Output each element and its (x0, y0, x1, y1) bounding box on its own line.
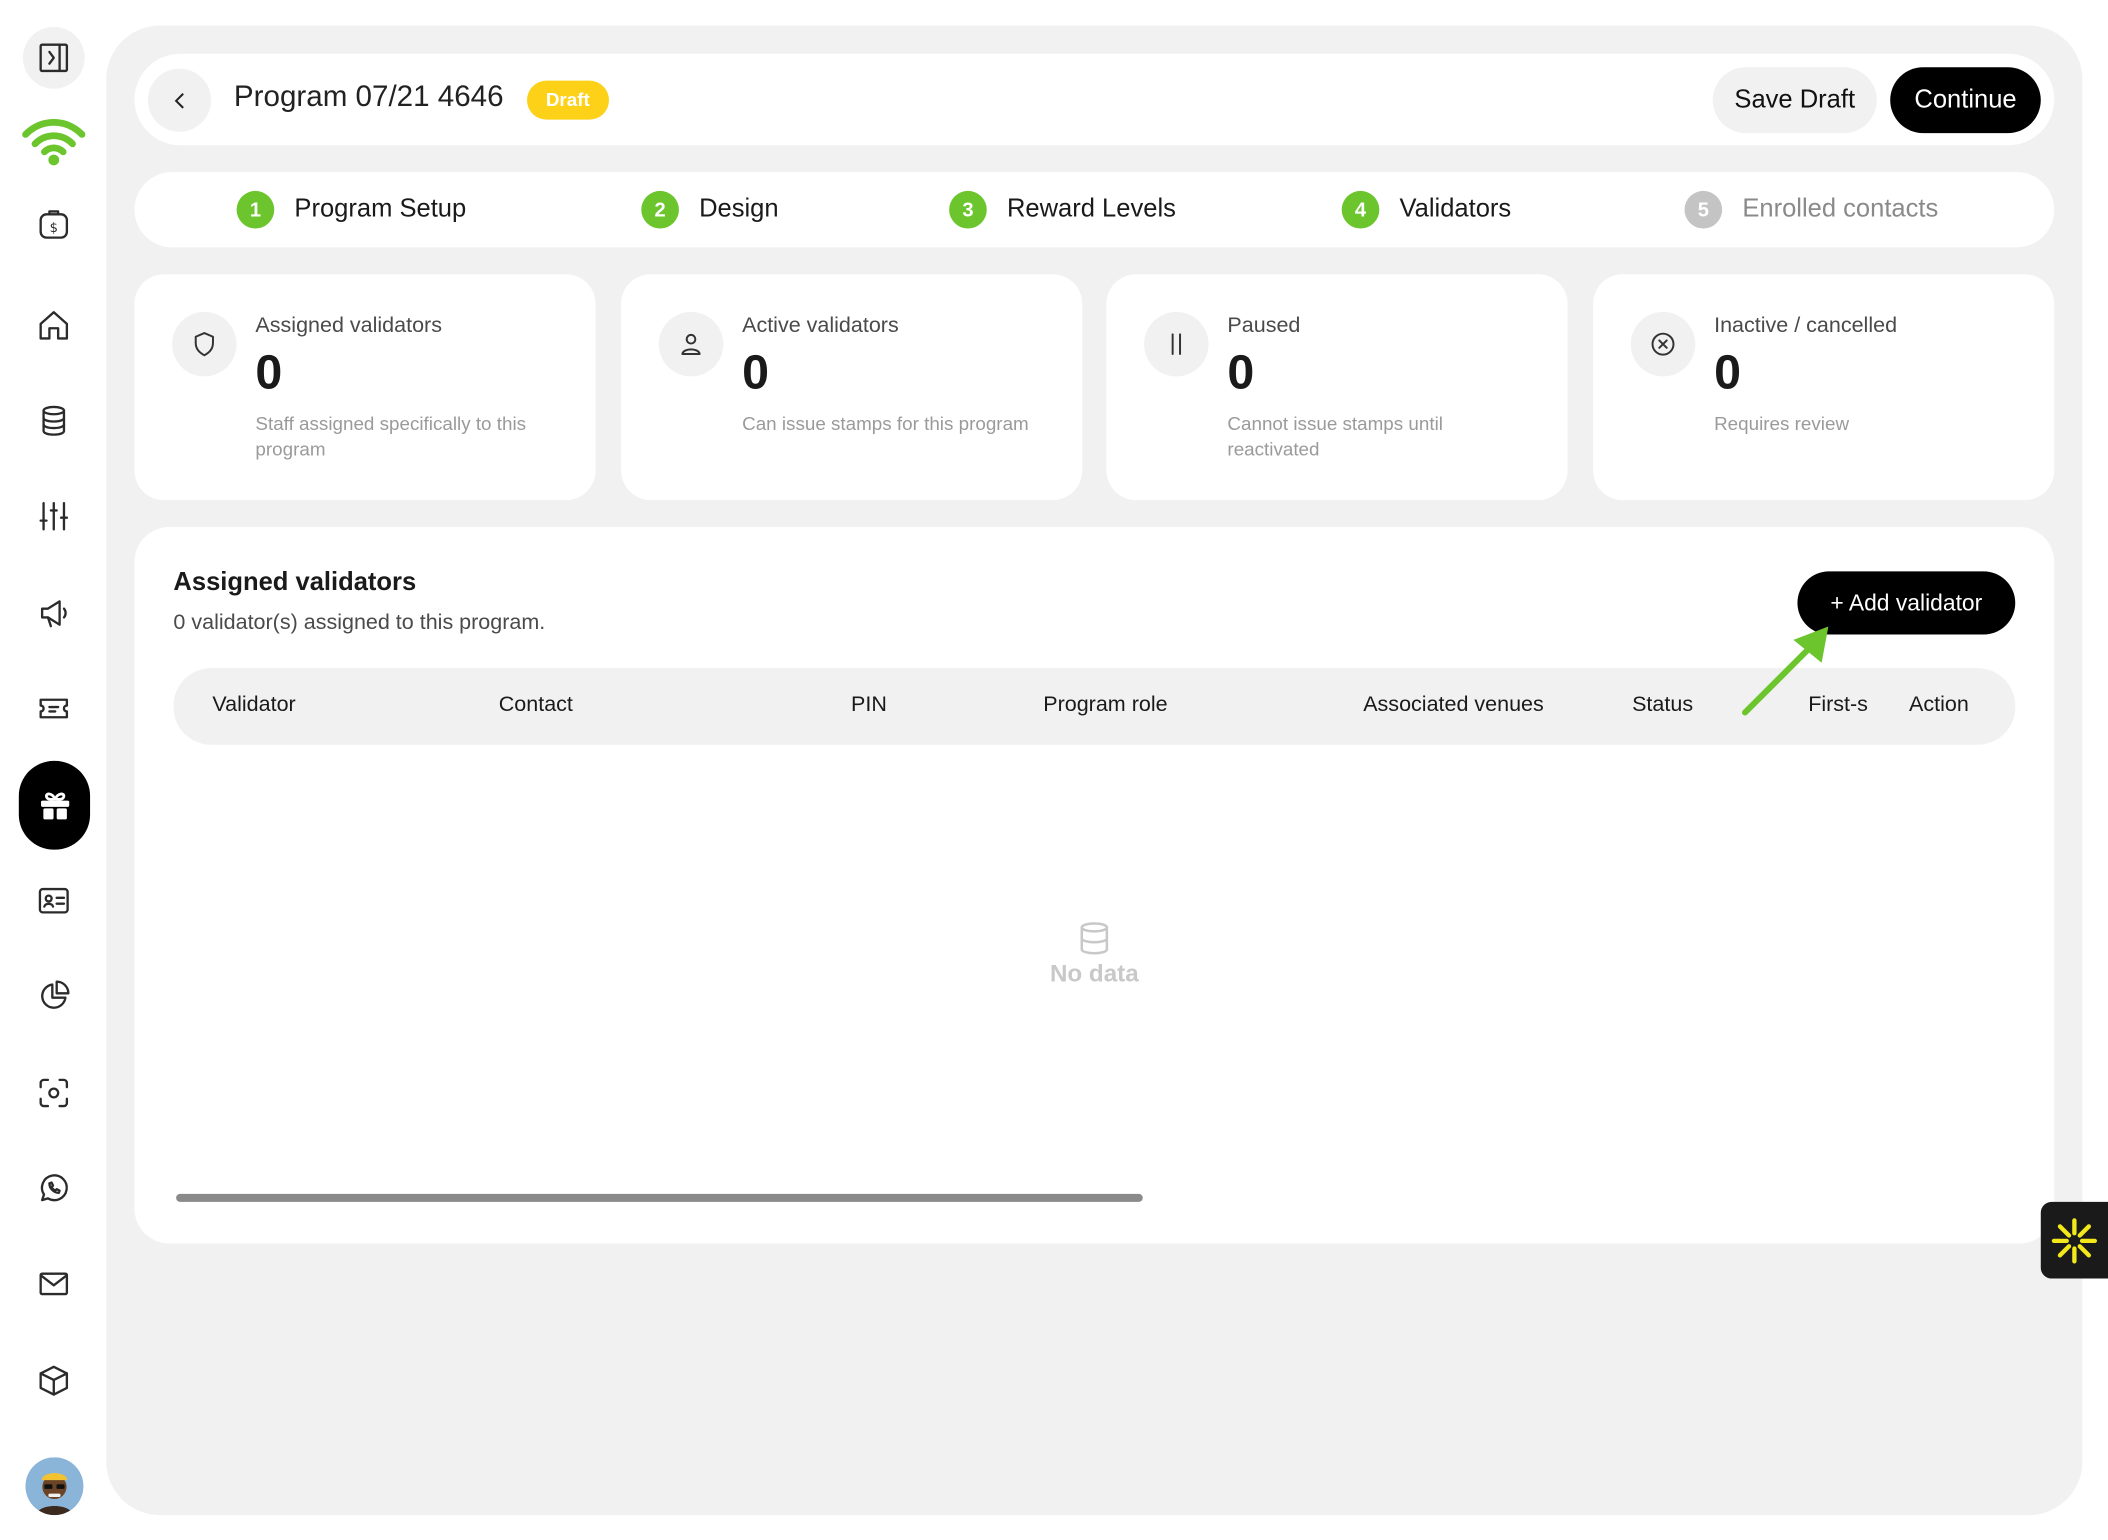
back-button[interactable] (147, 68, 212, 132)
gift-icon (40, 792, 69, 820)
megaphone-icon (40, 600, 67, 628)
sidebar-item-campaigns[interactable] (23, 582, 85, 644)
pie-chart-icon (41, 980, 70, 1009)
sidebar-toggle-button[interactable] (22, 26, 85, 89)
pause-icon (1171, 333, 1182, 356)
column-header-action[interactable]: Action (1909, 694, 1969, 718)
stat-description: Cannot issue stamps until reactivated (1227, 412, 1443, 460)
stat-card-inactive: Inactive / cancelled 0 Requires review (1593, 274, 2055, 501)
sidebar-item-mail[interactable] (23, 1253, 85, 1315)
user-icon (681, 333, 701, 356)
database-icon (42, 405, 66, 436)
sparkle-icon (2051, 1217, 2097, 1263)
stat-value: 0 (1714, 344, 1742, 400)
step-enrolled-contacts[interactable]: 5 Enrolled contacts (1684, 190, 1939, 229)
step-label: Enrolled contacts (1742, 194, 1939, 224)
sidebar-item-analytics[interactable] (23, 965, 85, 1027)
step-reward-levels[interactable]: 3 Reward Levels (949, 190, 1176, 229)
stat-card-paused: Paused 0 Cannot issue stamps until react… (1106, 274, 1568, 501)
sidebar-item-wallet[interactable]: $ (23, 194, 85, 256)
sidebar-item-tickets[interactable] (23, 678, 85, 740)
sidebar-item-contacts[interactable] (23, 870, 85, 932)
stat-value: 0 (742, 344, 770, 400)
step-program-setup[interactable]: 1 Program Setup (236, 190, 467, 229)
sidebar-toggle-icon (39, 43, 69, 73)
stat-value: 0 (1227, 344, 1255, 400)
whatsapp-icon (40, 1174, 68, 1202)
column-header-status[interactable]: Status (1632, 694, 1693, 718)
stat-description: Requires review (1714, 412, 1850, 435)
sidebar-item-products[interactable] (23, 1350, 85, 1412)
stat-card-active: Active validators 0 Can issue stamps for… (621, 274, 1083, 501)
stat-card-assigned: Assigned validators 0 Staff assigned spe… (134, 274, 596, 501)
stat-icon-wrap (1630, 311, 1696, 377)
save-draft-button[interactable]: Save Draft (1712, 67, 1877, 134)
step-design[interactable]: 2 Design (641, 190, 779, 229)
stat-label: Active validators (742, 314, 899, 338)
shield-icon (194, 332, 214, 357)
box-icon (39, 1365, 69, 1396)
mail-icon (39, 1272, 69, 1296)
step-validators[interactable]: 4 Validators (1341, 190, 1512, 229)
chevron-left-icon (174, 92, 184, 108)
step-label: Validators (1399, 194, 1512, 224)
column-header-program-role[interactable]: Program role (1043, 694, 1167, 718)
scan-icon (39, 1078, 69, 1108)
x-circle-icon (1651, 332, 1675, 356)
empty-state: No data (134, 920, 2054, 989)
step-number: 3 (949, 190, 987, 229)
step-number: 2 (641, 190, 679, 229)
sidebar-item-settings[interactable] (23, 485, 85, 547)
stat-icon-wrap (172, 311, 237, 377)
empty-state-text: No data (1049, 959, 1139, 987)
stat-label: Assigned validators (255, 314, 442, 338)
continue-button[interactable]: Continue (1890, 67, 2041, 134)
avatar[interactable] (25, 1457, 84, 1516)
stat-value: 0 (255, 344, 283, 400)
column-header-venues[interactable]: Associated venues (1363, 694, 1544, 718)
sliders-icon (39, 501, 69, 531)
column-header-pin[interactable]: PIN (851, 694, 887, 718)
stat-icon-wrap (1144, 311, 1209, 377)
sidebar-item-rewards[interactable] (18, 760, 91, 850)
step-label: Program Setup (294, 194, 467, 224)
sidebar-item-database[interactable] (23, 390, 85, 452)
stat-description: Staff assigned specifically to this prog… (255, 412, 527, 460)
database-icon (1080, 922, 1109, 955)
stat-icon-wrap (658, 311, 724, 377)
sidebar-item-home[interactable] (23, 294, 85, 356)
horizontal-scrollbar[interactable] (176, 1193, 1143, 1202)
home-icon (39, 311, 69, 340)
step-label: Reward Levels (1006, 194, 1176, 224)
wifi-logo-icon[interactable] (20, 110, 87, 169)
help-widget-button[interactable] (2040, 1201, 2108, 1279)
arrow-annotation-icon (1741, 626, 1829, 716)
column-header-contact[interactable]: Contact (499, 694, 573, 718)
step-number: 5 (1684, 190, 1723, 229)
sidebar-item-scan[interactable] (23, 1062, 85, 1124)
stat-label: Inactive / cancelled (1714, 314, 1898, 338)
svg-text:$: $ (50, 221, 58, 236)
section-title: Assigned validators (173, 568, 417, 597)
sidebar-item-whatsapp[interactable] (23, 1158, 85, 1220)
stat-description: Can issue stamps for this program (742, 412, 1029, 435)
contact-card-icon (38, 887, 69, 914)
step-label: Design (699, 194, 779, 224)
page-title: Program 07/21 4646 (233, 79, 504, 113)
step-number: 1 (236, 190, 275, 229)
column-header-validator[interactable]: Validator (212, 694, 295, 718)
ticket-icon (39, 698, 69, 719)
status-badge: Draft (527, 80, 609, 120)
section-subtitle: 0 validator(s) assigned to this program. (173, 611, 546, 635)
wallet-icon: $ (39, 210, 69, 239)
avatar-image (25, 1457, 84, 1516)
stat-label: Paused (1227, 314, 1301, 338)
step-number: 4 (1341, 190, 1380, 229)
